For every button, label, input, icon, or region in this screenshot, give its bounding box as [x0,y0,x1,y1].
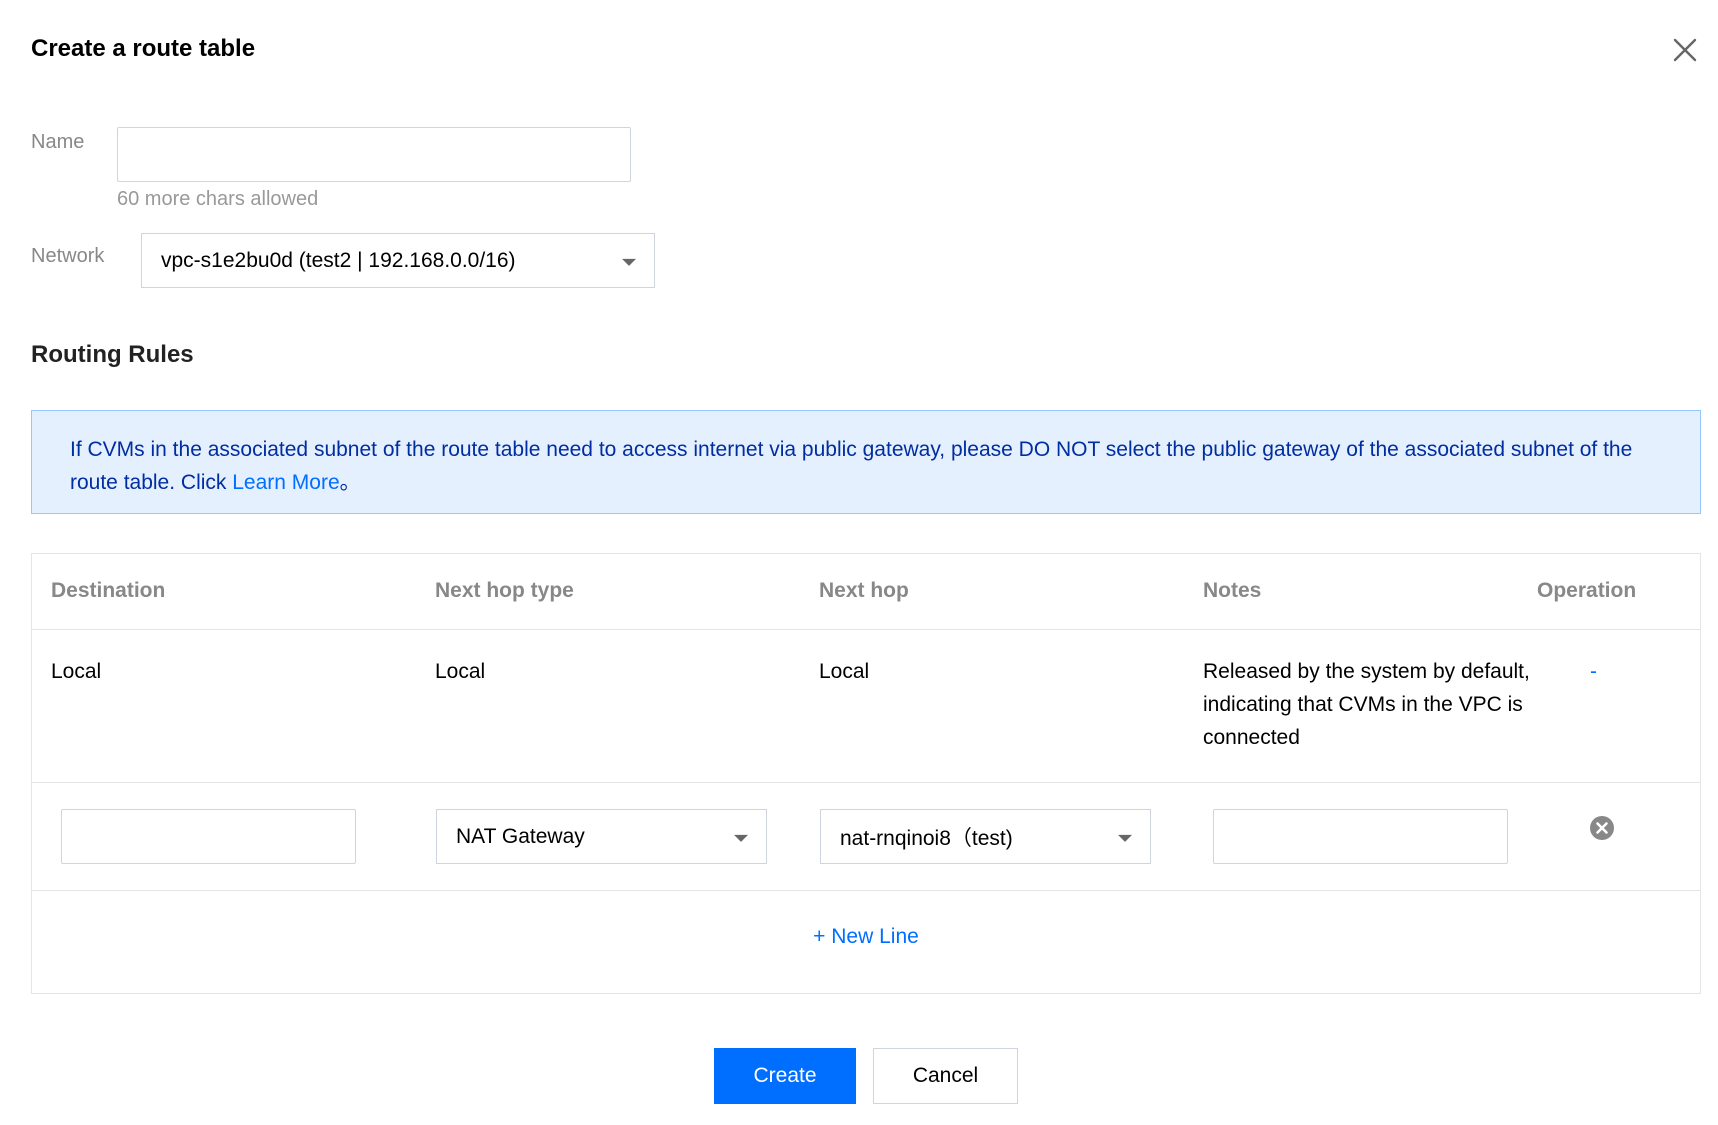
next-hop-value: nat-rnqinoi8（test) [840,826,1013,850]
chevron-down-icon [1118,834,1132,842]
row-divider [32,629,1700,630]
routing-rules-title: Routing Rules [31,341,194,368]
network-label: Network [31,245,105,267]
next-hop-select[interactable]: nat-rnqinoi8（test) [820,809,1151,864]
next-hop-type-value: NAT Gateway [456,824,585,848]
create-button[interactable]: Create [714,1048,856,1104]
row-divider [32,890,1700,891]
close-icon[interactable] [1671,36,1699,64]
column-header-next-hop-type: Next hop type [435,579,574,602]
next-hop-type-select[interactable]: NAT Gateway [436,809,767,864]
chevron-down-icon [734,834,748,842]
dialog-title: Create a route table [31,35,256,62]
column-header-operation: Operation [1537,579,1637,602]
notes-input[interactable] [1213,809,1508,864]
learn-more-link[interactable]: Learn More [232,471,339,494]
notice-suffix: 。 [339,471,361,494]
name-char-hint: 60 more chars allowed [117,188,319,210]
destination-input[interactable] [61,809,356,864]
cell-next-hop-type: Local [435,660,486,683]
info-notice: If CVMs in the associated subnet of the … [31,410,1701,514]
network-select[interactable]: vpc-s1e2bu0d (test2 | 192.168.0.0/16) [141,233,655,288]
cell-destination: Local [51,660,102,683]
cancel-button[interactable]: Cancel [873,1048,1018,1104]
cell-notes: Released by the system by default, indic… [1203,660,1530,749]
column-header-notes: Notes [1203,579,1262,602]
row-divider [32,782,1700,783]
remove-circle-icon[interactable] [1589,815,1615,841]
name-label: Name [31,131,85,153]
column-header-next-hop: Next hop [819,579,909,602]
cell-next-hop: Local [819,660,870,683]
chevron-down-icon [622,258,636,266]
routing-rules-table: Destination Next hop type Next hop Notes… [31,553,1701,994]
new-line-button[interactable]: + New Line [32,925,1700,949]
cell-operation: - [1590,660,1597,683]
name-input[interactable] [117,127,631,182]
column-header-destination: Destination [51,579,166,602]
network-select-value: vpc-s1e2bu0d (test2 | 192.168.0.0/16) [161,248,516,272]
